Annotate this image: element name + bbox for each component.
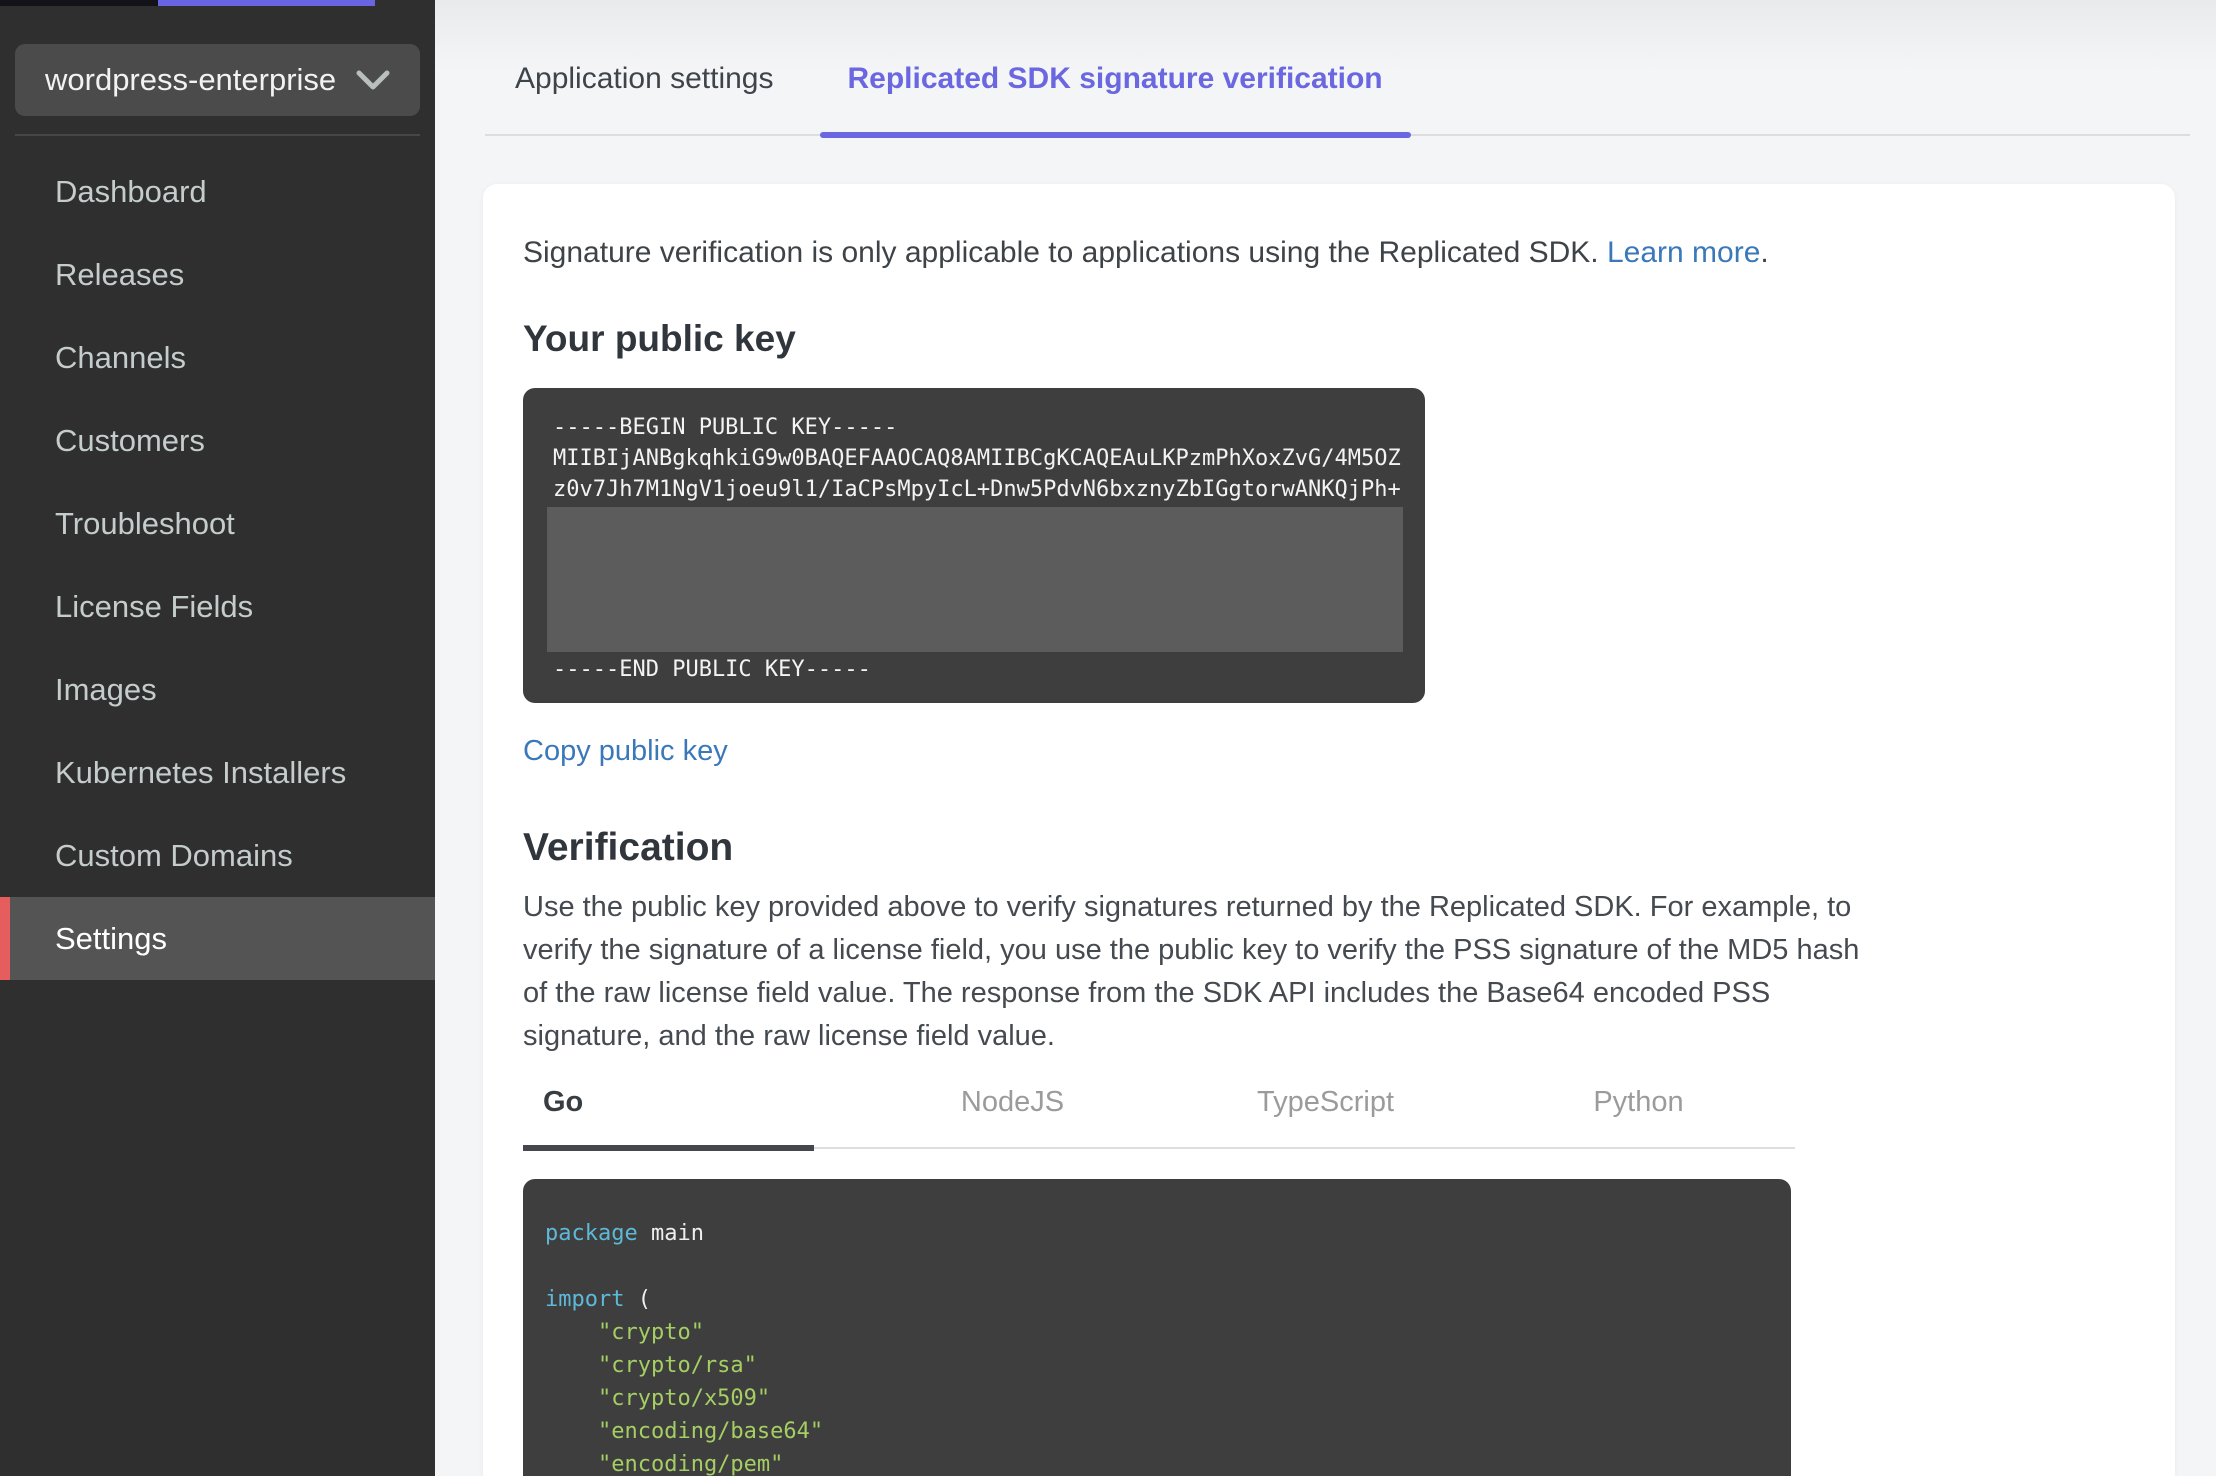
header-active-tab-underline: [158, 0, 375, 6]
top-header-remnant: [0, 0, 158, 6]
tab-application-settings[interactable]: Application settings: [515, 62, 774, 134]
sidebar: wordpress-enterprise Dashboard Releases …: [0, 0, 435, 1476]
top-header-strip: [0, 0, 435, 6]
verification-paragraph: Use the public key provided above to ver…: [523, 891, 1860, 1052]
sidebar-item-images[interactable]: Images: [0, 648, 435, 731]
copy-public-key-link[interactable]: Copy public key: [523, 735, 728, 768]
sidebar-item-label: Custom Domains: [55, 837, 293, 873]
intro-text: Signature verification is only applicabl…: [523, 236, 2135, 270]
sidebar-item-label: Channels: [55, 339, 186, 375]
public-key-line: -----END PUBLIC KEY-----: [553, 657, 871, 682]
sidebar-item-label: License Fields: [55, 588, 254, 624]
intro-period: .: [1760, 236, 1769, 269]
signature-verification-card: Signature verification is only applicabl…: [483, 184, 2175, 1476]
intro-sentence: Signature verification is only applicabl…: [523, 236, 1607, 269]
verification-heading: Verification: [523, 826, 734, 869]
sidebar-item-troubleshoot[interactable]: Troubleshoot: [0, 482, 435, 565]
code-tab-python[interactable]: Python: [1482, 1086, 1795, 1147]
sidebar-item-dashboard[interactable]: Dashboard: [0, 150, 435, 233]
sidebar-item-customers[interactable]: Customers: [0, 399, 435, 482]
app-selector-value: wordpress-enterprise: [45, 62, 337, 97]
app-selector-dropdown[interactable]: wordpress-enterprise: [15, 44, 420, 116]
chevron-down-icon: [356, 70, 390, 90]
sidebar-item-channels[interactable]: Channels: [0, 316, 435, 399]
main-content: Application settings Replicated SDK sign…: [435, 0, 2216, 1476]
code-line: package main: [545, 1221, 704, 1246]
code-line: "crypto": [545, 1320, 704, 1345]
public-key-line: -----BEGIN PUBLIC KEY-----: [553, 415, 898, 440]
sidebar-item-label: Releases: [55, 256, 185, 292]
code-tab-nodejs[interactable]: NodeJS: [856, 1086, 1169, 1147]
code-line: import (: [545, 1287, 651, 1312]
code-tab-go[interactable]: Go: [523, 1086, 856, 1151]
code-line: "encoding/pem": [545, 1452, 784, 1476]
sidebar-item-custom-domains[interactable]: Custom Domains: [0, 814, 435, 897]
code-line: "crypto/x509": [545, 1386, 771, 1411]
public-key-heading: Your public key: [523, 318, 796, 359]
public-key-redacted-overlay: [547, 507, 1403, 652]
sidebar-item-label: Images: [55, 671, 157, 707]
sidebar-item-label: Settings: [55, 920, 168, 956]
sidebar-nav: Dashboard Releases Channels Customers Tr…: [0, 150, 435, 980]
sidebar-item-license-fields[interactable]: License Fields: [0, 565, 435, 648]
code-line: "encoding/base64": [545, 1419, 824, 1444]
sidebar-item-label: Dashboard: [55, 173, 207, 209]
sidebar-item-settings[interactable]: Settings: [0, 897, 435, 980]
code-language-tabs: Go NodeJS TypeScript Python: [523, 1086, 1795, 1151]
tab-replicated-sdk-signature-verification[interactable]: Replicated SDK signature verification: [819, 62, 1411, 138]
go-code-block: package main import ( "crypto" "crypto/r…: [523, 1179, 1791, 1476]
learn-more-link[interactable]: Learn more: [1607, 236, 1760, 269]
public-key-block: -----BEGIN PUBLIC KEY----- MIIBIjANBgkqh…: [523, 388, 1425, 703]
sidebar-item-label: Troubleshoot: [55, 505, 235, 541]
sidebar-divider: [15, 134, 420, 136]
sidebar-item-label: Customers: [55, 422, 205, 458]
code-line: "crypto/rsa": [545, 1353, 757, 1378]
settings-tabbar: Application settings Replicated SDK sign…: [485, 0, 2190, 138]
sidebar-item-kubernetes-installers[interactable]: Kubernetes Installers: [0, 731, 435, 814]
public-key-line: z0v7Jh7M1NgV1joeu9l1/IaCPsMpyIcL+Dnw5Pdv…: [553, 477, 1401, 502]
sidebar-item-releases[interactable]: Releases: [0, 233, 435, 316]
sidebar-item-label: Kubernetes Installers: [55, 754, 347, 790]
code-tab-typescript[interactable]: TypeScript: [1169, 1086, 1482, 1147]
public-key-line: MIIBIjANBgkqhkiG9w0BAQEFAAOCAQ8AMIIBCgKC…: [553, 446, 1401, 471]
